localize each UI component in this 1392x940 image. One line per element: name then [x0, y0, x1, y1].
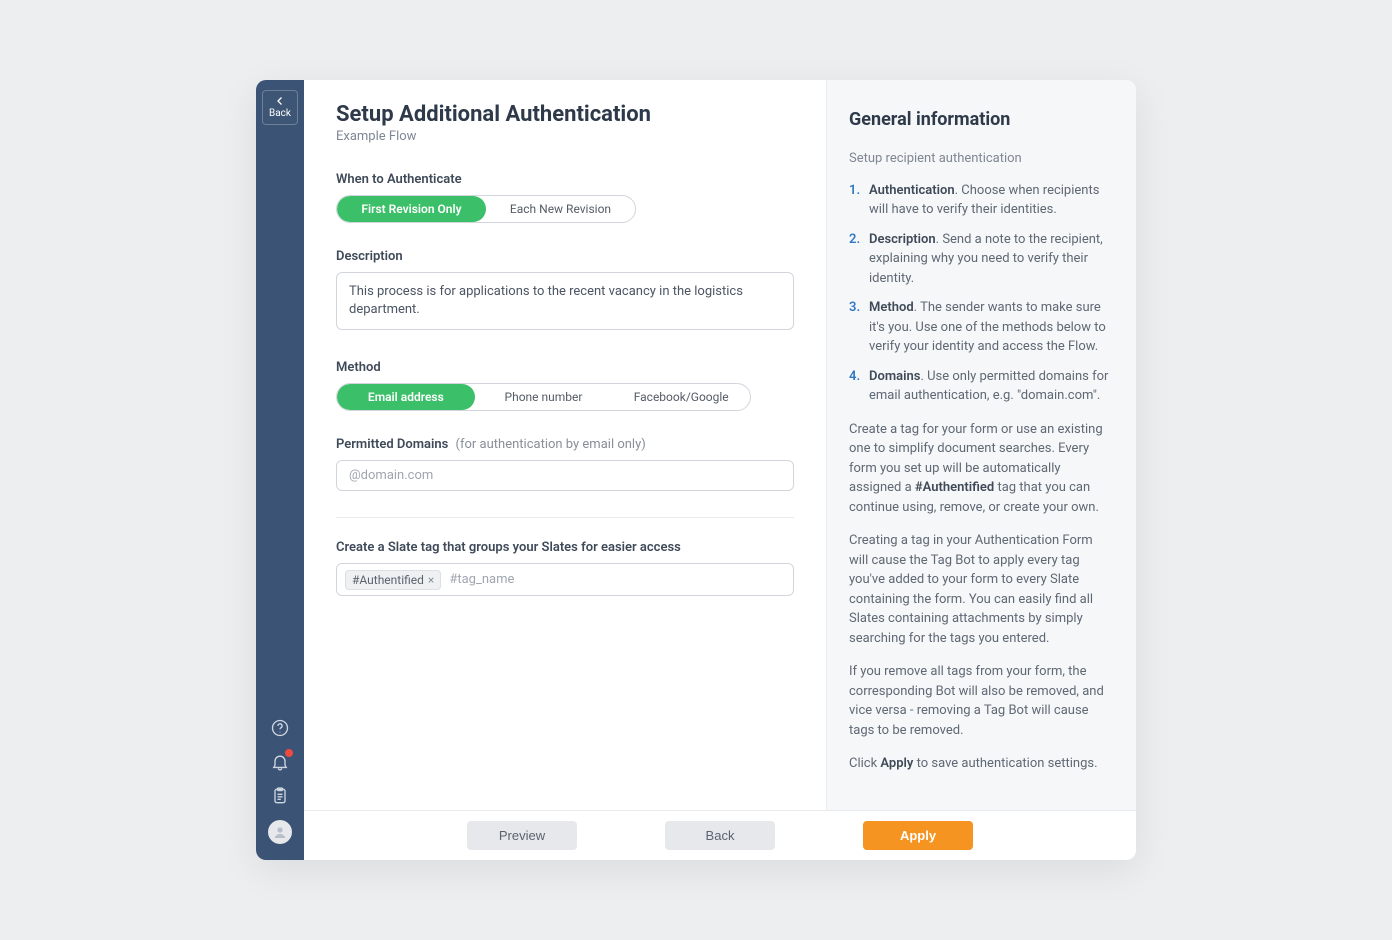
- info-p1: Create a tag for your form or use an exi…: [849, 420, 1114, 518]
- info-pane: General information Setup recipient auth…: [826, 80, 1136, 810]
- app-window: Back Setup Additional Authentication Exa…: [256, 80, 1136, 860]
- info-title: General information: [849, 106, 1114, 133]
- clipboard-icon[interactable]: [270, 786, 290, 806]
- method-option-social[interactable]: Facebook/Google: [612, 384, 750, 410]
- back-label: Back: [269, 108, 291, 119]
- chevron-left-icon: [274, 95, 286, 107]
- notification-dot: [285, 749, 293, 757]
- when-segmented: First Revision Only Each New Revision: [336, 195, 636, 223]
- page-title: Setup Additional Authentication: [336, 102, 794, 127]
- back-button[interactable]: Back: [262, 90, 298, 125]
- when-option-each-revision[interactable]: Each New Revision: [486, 196, 635, 222]
- tag-remove-icon[interactable]: ×: [428, 574, 434, 586]
- bell-icon[interactable]: [270, 752, 290, 772]
- help-icon[interactable]: [270, 718, 290, 738]
- footer: Preview Back Apply: [304, 810, 1136, 860]
- info-p2: Creating a tag in your Authentication Fo…: [849, 531, 1114, 648]
- method-option-email[interactable]: Email address: [337, 384, 475, 410]
- info-step-4: Domains. Use only permitted domains for …: [849, 367, 1114, 406]
- divider: [336, 517, 794, 518]
- when-label: When to Authenticate: [336, 172, 794, 187]
- info-steps: Authentication. Choose when recipients w…: [849, 181, 1114, 406]
- when-option-first-revision[interactable]: First Revision Only: [337, 196, 486, 222]
- footer-back-button[interactable]: Back: [665, 821, 775, 850]
- main: Setup Additional Authentication Example …: [304, 80, 1136, 860]
- content-row: Setup Additional Authentication Example …: [304, 80, 1136, 810]
- info-p4: Click Apply to save authentication setti…: [849, 754, 1114, 774]
- domains-label: Permitted Domains (for authentication by…: [336, 437, 794, 452]
- method-option-phone[interactable]: Phone number: [475, 384, 613, 410]
- tag-chip-text: #Authentified: [352, 573, 424, 587]
- info-p3: If you remove all tags from your form, t…: [849, 662, 1114, 740]
- sidebar-bottom: [268, 718, 292, 850]
- domains-hint: (for authentication by email only): [456, 437, 646, 452]
- domains-label-text: Permitted Domains: [336, 437, 448, 452]
- method-segmented: Email address Phone number Facebook/Goog…: [336, 383, 751, 411]
- form-pane: Setup Additional Authentication Example …: [304, 80, 826, 810]
- info-step-3: Method. The sender wants to make sure it…: [849, 298, 1114, 357]
- info-subtitle: Setup recipient authentication: [849, 149, 1114, 169]
- tag-input[interactable]: [449, 568, 785, 591]
- tag-chip-authentified: #Authentified ×: [345, 570, 441, 590]
- tags-field[interactable]: #Authentified ×: [336, 563, 794, 596]
- info-step-2: Description. Send a note to the recipien…: [849, 230, 1114, 289]
- method-label: Method: [336, 360, 794, 375]
- sidebar: Back: [256, 80, 304, 860]
- page-subtitle: Example Flow: [336, 129, 794, 144]
- info-step-1: Authentication. Choose when recipients w…: [849, 181, 1114, 220]
- description-input[interactable]: [336, 272, 794, 330]
- preview-button[interactable]: Preview: [467, 821, 577, 850]
- tags-label: Create a Slate tag that groups your Slat…: [336, 540, 794, 555]
- description-label: Description: [336, 249, 794, 264]
- domains-input[interactable]: [336, 460, 794, 491]
- avatar[interactable]: [268, 820, 292, 844]
- apply-button[interactable]: Apply: [863, 821, 973, 850]
